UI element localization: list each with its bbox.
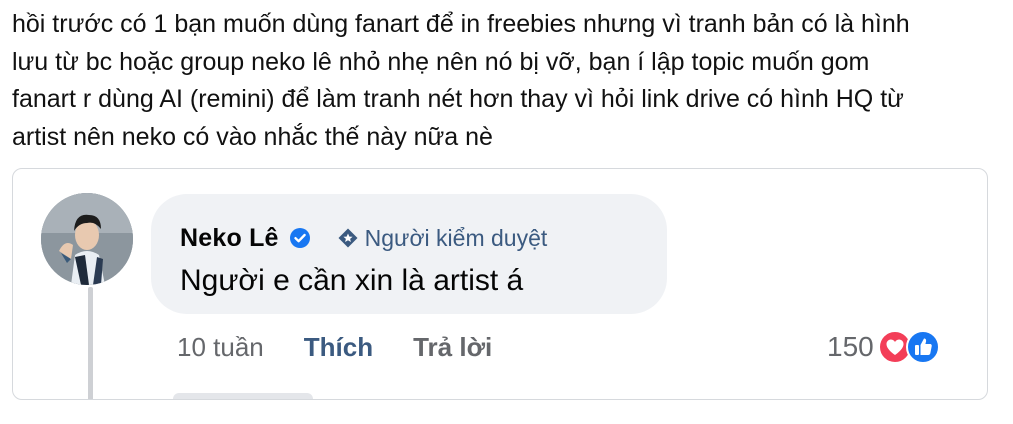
- comment-actions: 10 tuần Thích Trả lời: [177, 329, 492, 365]
- reactions-summary[interactable]: 150: [827, 329, 940, 365]
- reply-button[interactable]: Trả lời: [413, 332, 492, 363]
- comment-bubble: Neko Lê Người kiểm duyệt Người e cần xin…: [151, 194, 667, 314]
- moderator-shield-icon: [337, 227, 359, 249]
- reaction-count: 150: [827, 331, 874, 362]
- verified-badge-icon: [289, 227, 311, 249]
- next-comment-hint: [173, 393, 313, 399]
- author-name[interactable]: Neko Lê: [180, 224, 279, 253]
- avatar[interactable]: [41, 193, 133, 285]
- avatar-photo: [41, 193, 133, 285]
- comment-screenshot-card: Neko Lê Người kiểm duyệt Người e cần xin…: [12, 168, 988, 400]
- thread-line: [88, 287, 93, 399]
- post-line: fanart r dùng AI (remini) để làm tranh n…: [12, 85, 904, 113]
- moderator-label: Người kiểm duyệt: [364, 224, 548, 251]
- like-reaction-icon: [905, 330, 940, 364]
- comment-timestamp[interactable]: 10 tuần: [177, 332, 264, 363]
- moderator-badge: Người kiểm duyệt: [337, 224, 548, 252]
- comment-text: Người e cần xin là artist á: [180, 264, 524, 297]
- like-button[interactable]: Thích: [304, 332, 373, 363]
- post-line: lưu từ bc hoặc group neko lê nhỏ nhẹ nên…: [12, 47, 870, 76]
- post-line: artist nên neko có vào nhắc thế này nữa …: [12, 122, 493, 151]
- post-line: hồi trước có 1 bạn muốn dùng fanart để i…: [12, 10, 910, 38]
- post-text: hồi trước có 1 bạn muốn dùng fanart để i…: [12, 6, 1002, 156]
- author-row: Neko Lê Người kiểm duyệt: [180, 221, 547, 255]
